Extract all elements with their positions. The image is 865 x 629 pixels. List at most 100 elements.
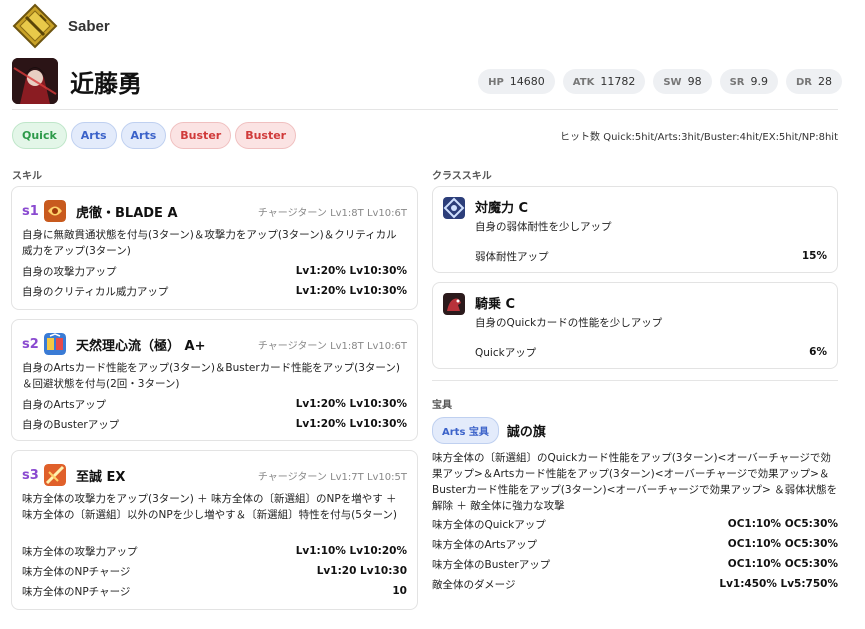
- skill-name: 天然理心流（極） A+: [76, 338, 206, 354]
- effect-value: Lv1:20% Lv10:30%: [295, 418, 407, 430]
- np-effect-row: 敵全体のダメージ Lv1:450% Lv5:750%: [432, 574, 838, 594]
- np-effect-row: 味方全体のArtsアップ OC1:10% OC5:30%: [432, 534, 838, 554]
- effect-value: OC1:10% OC5:30%: [727, 538, 838, 550]
- servant-name: 近藤勇: [70, 69, 142, 98]
- np-description: 味方全体の〔新選組〕のQuickカード性能をアップ(3ターン)<オーバーチャージ…: [432, 452, 838, 512]
- effect-value: OC1:10% OC5:30%: [727, 518, 838, 530]
- skills-section-title: スキル: [12, 171, 42, 182]
- effect-label: Quickアップ: [475, 346, 537, 359]
- command-cards: Quick Arts Arts Buster Buster ヒット数 Quick…: [12, 122, 838, 149]
- effect-label: 味方全体の攻撃力アップ: [22, 545, 138, 558]
- np-effect-row: 味方全体のBusterアップ OC1:10% OC5:30%: [432, 554, 838, 574]
- skill-description: 味方全体の攻撃力をアップ(3ターン) ＋ 味方全体の〔新選組〕のNPを増やす ＋…: [22, 493, 398, 521]
- effect-label: 味方全体のNPチャージ: [22, 585, 131, 598]
- skill-effect-row: 自身のBusterアップ Lv1:20% Lv10:30%: [22, 414, 407, 434]
- noble-phantasm-panel: Arts 宝具 誠の旗 味方全体の〔新選組〕のQuickカード性能をアップ(3タ…: [432, 417, 838, 594]
- header-divider: [12, 109, 838, 110]
- np-name: 誠の旗: [506, 425, 546, 440]
- np-card-badge: Arts 宝具: [432, 417, 499, 444]
- stat-value: 11782: [600, 74, 636, 88]
- class-skill-card-1: 対魔力 C 自身の弱体耐性を少しアップ 弱体耐性アップ 15%: [432, 186, 838, 273]
- stat-dr: DR 28: [785, 68, 842, 94]
- skill-number: s3: [22, 467, 39, 483]
- skill-cooldown: チャージターン Lv1:7T Lv10:5T: [257, 471, 407, 483]
- servant-header: Saber 近藤勇 HP 14680 ATK 11782 SW 98 SR 9.9 DR…: [12, 3, 842, 106]
- saber-class-icon: [12, 3, 58, 49]
- stats-list: HP 14680 ATK 11782 SW 98 SR 9.9 DR 28: [478, 68, 842, 94]
- class-skill-description: 自身のQuickカードの性能を少しアップ: [475, 317, 663, 329]
- effect-label: 自身のクリティカル威力アップ: [22, 285, 169, 298]
- effect-value: 6%: [809, 346, 827, 358]
- class-skill-name: 騎乗 C: [475, 297, 516, 312]
- effect-value: Lv1:20% Lv10:30%: [295, 265, 407, 277]
- skill-description: 自身のArtsカード性能をアップ(3ターン)＆Busterカード性能をアップ(3…: [22, 362, 401, 390]
- card-buster: Buster: [235, 122, 297, 149]
- effect-value: 10: [392, 585, 407, 597]
- stat-value: 9.9: [750, 74, 768, 88]
- skill-cooldown: チャージターン Lv1:8T Lv10:6T: [257, 207, 407, 219]
- class-skill-name: 対魔力 C: [475, 201, 529, 216]
- riding-icon: [443, 293, 465, 315]
- effect-value: Lv1:20% Lv10:30%: [295, 398, 407, 410]
- skill-card-1: s1 虎徹・BLADE A チャージターン Lv1:8T Lv10:6T 自身に…: [11, 186, 418, 310]
- effect-label: 敵全体のダメージ: [432, 578, 516, 591]
- hit-counts: ヒット数 Quick:5hit/Arts:3hit/Buster:4hit/EX…: [560, 132, 838, 143]
- stat-value: 98: [687, 74, 702, 88]
- card-buster: Buster: [170, 122, 232, 149]
- skill-effect-row: 自身のクリティカル威力アップ Lv1:20% Lv10:30%: [22, 281, 407, 301]
- effect-label: 味方全体のArtsアップ: [432, 538, 538, 551]
- effect-label: 味方全体のNPチャージ: [22, 565, 131, 578]
- skill-card-2: s2 天然理心流（極） A+ チャージターン Lv1:8T Lv10:6T 自身…: [11, 319, 418, 441]
- stat-key: ATK: [572, 76, 595, 88]
- stat-atk: ATK 11782: [562, 68, 646, 94]
- servant-portrait: [12, 58, 58, 104]
- skill-cooldown: チャージターン Lv1:8T Lv10:6T: [257, 340, 407, 352]
- class-skill-effect-row: 弱体耐性アップ 15%: [475, 246, 827, 266]
- class-skill-effect-row: Quickアップ 6%: [475, 342, 827, 362]
- attack-up-skill-icon: [44, 200, 66, 222]
- skill-effect-row: 味方全体のNPチャージ Lv1:20 Lv10:30: [22, 561, 407, 581]
- np-effect-row: 味方全体のQuickアップ OC1:10% OC5:30%: [432, 514, 838, 534]
- class-skills-section-title: クラススキル: [432, 171, 492, 182]
- party-buff-skill-icon: [44, 464, 66, 486]
- stat-sw: SW 98: [653, 68, 712, 94]
- card-arts: Arts: [120, 122, 167, 149]
- effect-value: Lv1:20 Lv10:30: [316, 565, 407, 577]
- skill-name: 至誠 EX: [76, 469, 126, 485]
- stat-sr: SR 9.9: [719, 68, 778, 94]
- effect-value: OC1:10% OC5:30%: [727, 558, 838, 570]
- effect-value: Lv1:10% Lv10:20%: [295, 545, 407, 557]
- np-divider: [432, 380, 838, 381]
- np-section-title: 宝具: [432, 400, 452, 411]
- effect-value: 15%: [801, 250, 827, 262]
- skill-number: s1: [22, 203, 39, 219]
- card-quick: Quick: [12, 122, 67, 149]
- class-skill-description: 自身の弱体耐性を少しアップ: [475, 221, 612, 233]
- skill-card-3: s3 至誠 EX チャージターン Lv1:7T Lv10:5T 味方全体の攻撃力…: [11, 450, 418, 610]
- effect-value: Lv1:20% Lv10:30%: [295, 285, 407, 297]
- card-arts: Arts: [70, 122, 117, 149]
- stat-key: SW: [663, 76, 682, 88]
- effect-label: 自身のBusterアップ: [22, 418, 120, 431]
- class-name: Saber: [68, 17, 110, 35]
- effect-label: 自身の攻撃力アップ: [22, 265, 117, 278]
- stat-value: 28: [818, 74, 832, 88]
- skill-effect-row: 自身の攻撃力アップ Lv1:20% Lv10:30%: [22, 261, 407, 281]
- skill-effect-row: 自身のArtsアップ Lv1:20% Lv10:30%: [22, 394, 407, 414]
- stat-value: 14680: [509, 74, 545, 88]
- skill-number: s2: [22, 336, 39, 352]
- skill-effect-row: 味方全体の攻撃力アップ Lv1:10% Lv10:20%: [22, 541, 407, 561]
- stat-key: SR: [729, 76, 745, 88]
- stat-key: DR: [795, 76, 812, 88]
- effect-label: 味方全体のBusterアップ: [432, 558, 551, 571]
- card-up-skill-icon: [44, 333, 66, 355]
- skill-description: 自身に無敵貫通状態を付与(3ターン)＆攻撃力をアップ(3ターン)＆クリティカル威…: [22, 229, 397, 257]
- stat-hp: HP 14680: [478, 68, 555, 94]
- skill-name: 虎徹・BLADE A: [76, 205, 178, 221]
- class-skill-card-2: 騎乗 C 自身のQuickカードの性能を少しアップ Quickアップ 6%: [432, 282, 838, 369]
- stat-key: HP: [488, 76, 504, 88]
- magic-resistance-icon: [443, 197, 465, 219]
- skill-effect-row: 味方全体のNPチャージ 10: [22, 581, 407, 601]
- effect-value: Lv1:450% Lv5:750%: [719, 578, 838, 590]
- effect-label: 自身のArtsアップ: [22, 398, 107, 411]
